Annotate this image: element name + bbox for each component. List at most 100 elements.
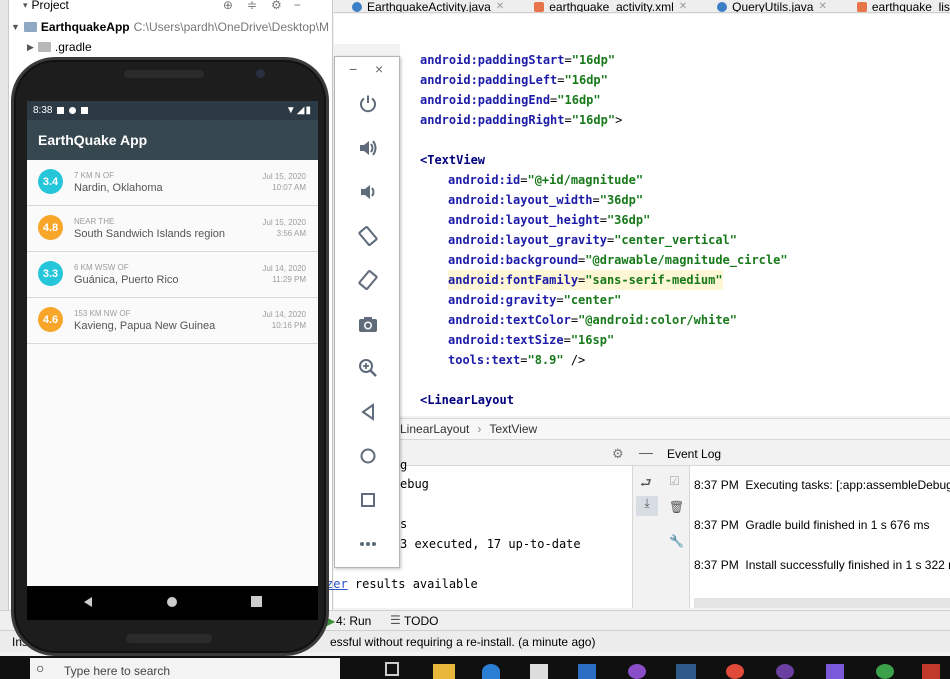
list-item[interactable]: 4.6 153 KM NW OF Kavieng, Papua New Guinea… [27,298,318,344]
camera-icon[interactable] [355,311,381,337]
ws-icon[interactable] [676,664,696,679]
more-icon[interactable] [355,531,381,557]
analyzer-link[interactable]: zer [326,577,348,591]
chrome-icon[interactable] [726,664,744,679]
tree-item-label: .gradle [54,40,92,54]
run-output-line: g [400,458,408,472]
wrench-icon[interactable]: 🔧 [669,534,684,548]
editor-tabs: EarthquakeActivity.java ✕ earthquake_act… [334,0,950,13]
zoom-icon[interactable] [355,355,381,381]
power-icon[interactable] [355,91,381,117]
notification-icon [81,107,89,114]
minimize-icon[interactable]: − [349,61,357,77]
folder-icon [23,22,37,32]
mail-icon[interactable] [578,664,596,679]
close-icon[interactable]: ✕ [818,1,826,12]
todo-tool-button[interactable]: TODO [404,614,438,628]
quake-time: 3:56 AM [276,229,306,238]
app-title: EarthQuake App [38,132,148,148]
gear-icon[interactable]: ⚙ [271,0,282,12]
magnitude-circle: 3.3 [38,261,63,286]
collapse-arrow-icon: ▶ [27,41,34,52]
rotate-right-icon[interactable] [355,267,381,293]
code-editor[interactable]: android:paddingStart="16dp" android:paddi… [400,44,950,416]
magnitude-circle: 3.4 [38,169,63,194]
front-camera [256,69,265,78]
tree-row-gradle[interactable]: ▶ .gradle [27,38,92,56]
app-icon[interactable] [922,664,940,679]
left-tool-stripe [0,0,9,630]
edge-icon[interactable] [482,664,500,679]
location-offset: NEAR THE [74,217,115,226]
rotate-left-icon[interactable] [355,223,381,249]
code-line: android:paddingRight="16dp"> [420,113,623,127]
task-view-icon[interactable] [385,662,399,676]
android-status-bar: 8:38 ▼◢▮ [27,101,318,120]
tree-row-root[interactable]: ▼ EarthquakeApp C:\Users\pardh\OneDrive\… [11,18,329,36]
code-line: android:layout_width="36dp" [448,193,644,207]
project-panel-title: Project [31,0,69,12]
close-icon[interactable]: ✕ [496,1,504,12]
location-offset: 153 KM NW OF [74,309,131,318]
home-icon[interactable] [355,443,381,469]
close-icon[interactable]: × [375,61,383,77]
dropdown-icon: ▾ [23,0,28,10]
run-tool-button[interactable]: 4: Run [336,614,371,628]
event-log-header: Event Log [662,442,950,466]
nav-overview-icon[interactable] [251,596,262,610]
tab-earthquake-activity-java[interactable]: EarthquakeActivity.java ✕ [334,0,516,12]
android-nav-bar [27,586,318,620]
notification-icon [69,107,77,114]
run-output-line: 3 executed, 17 up-to-date [400,537,581,551]
collapse-icon[interactable]: ≑ [247,0,257,12]
status-time: 8:38 [33,105,53,116]
target-icon[interactable]: ⊕ [223,0,233,12]
app-icon[interactable] [826,664,844,679]
breadcrumb-item[interactable]: LinearLayout [400,422,469,436]
breadcrumb-separator: › [477,422,482,436]
android-studio-icon[interactable] [876,664,894,679]
primary-location: Nardin, Oklahoma [74,182,163,194]
list-item[interactable]: 3.3 6 KM WSW OF Guánica, Puerto Rico Jul 14… [27,252,318,298]
tab-earthquake-list-xml[interactable]: earthquake_list.xml [839,0,950,12]
taskbar-search[interactable]: ○ Type here to search [30,658,340,679]
magnitude-circle: 4.6 [38,307,63,332]
code-line: android:layout_gravity="center_vertical" [448,233,738,247]
project-panel-header[interactable]: ▾ Project ⊕ ≑ ⚙ − [23,0,301,14]
hide-icon[interactable]: — [639,444,653,460]
hide-icon[interactable]: − [294,0,301,12]
overview-icon[interactable] [355,487,381,513]
mark-read-icon[interactable]: ☑ [669,474,680,488]
quake-time: 11:29 PM [272,275,306,284]
nav-back-icon[interactable] [82,596,94,611]
tab-earthquake-activity-xml[interactable]: earthquake_activity.xml ✕ [516,0,699,13]
horizontal-scrollbar[interactable] [694,598,950,608]
todo-icon: ☰ [390,613,401,627]
file-explorer-icon[interactable] [433,664,455,679]
scroll-to-end-icon[interactable]: ⤓ [636,496,658,516]
xml-file-icon [534,1,545,12]
code-line: android:paddingLeft="16dp" [420,73,608,87]
app-icon[interactable] [628,664,646,679]
phone-screen: 8:38 ▼◢▮ EarthQuake App 3.4 7 KM N OF Nard… [27,101,318,586]
volume-up-icon[interactable] [355,135,381,161]
expand-arrow-icon: ▼ [11,22,20,32]
back-icon[interactable] [355,399,381,425]
tab-label: earthquake_activity.xml [549,0,674,13]
trash-icon[interactable]: 🗑 [669,500,684,514]
list-item[interactable]: 3.4 7 KM N OF Nardin, Oklahoma Jul 15, 2020… [27,160,318,206]
volume-down-icon[interactable] [355,179,381,205]
app-icon[interactable] [776,664,794,679]
close-icon[interactable]: ✕ [679,1,687,12]
soft-wrap-icon[interactable]: ⮐ [640,474,652,496]
run-output-text: results available [347,577,478,591]
breadcrumb-item[interactable]: TextView [489,422,537,436]
gear-icon[interactable]: ⚙ [612,446,624,462]
tab-query-utils-java[interactable]: QueryUtils.java ✕ [699,0,839,12]
primary-location: Guánica, Puerto Rico [74,274,179,286]
nav-home-icon[interactable] [166,596,178,611]
list-item[interactable]: 4.8 NEAR THE South Sandwich Islands region… [27,206,318,252]
location-offset: 6 KM WSW OF [74,263,129,272]
store-icon[interactable] [530,664,548,679]
signal-battery-icons: ▼◢▮ [285,105,312,116]
